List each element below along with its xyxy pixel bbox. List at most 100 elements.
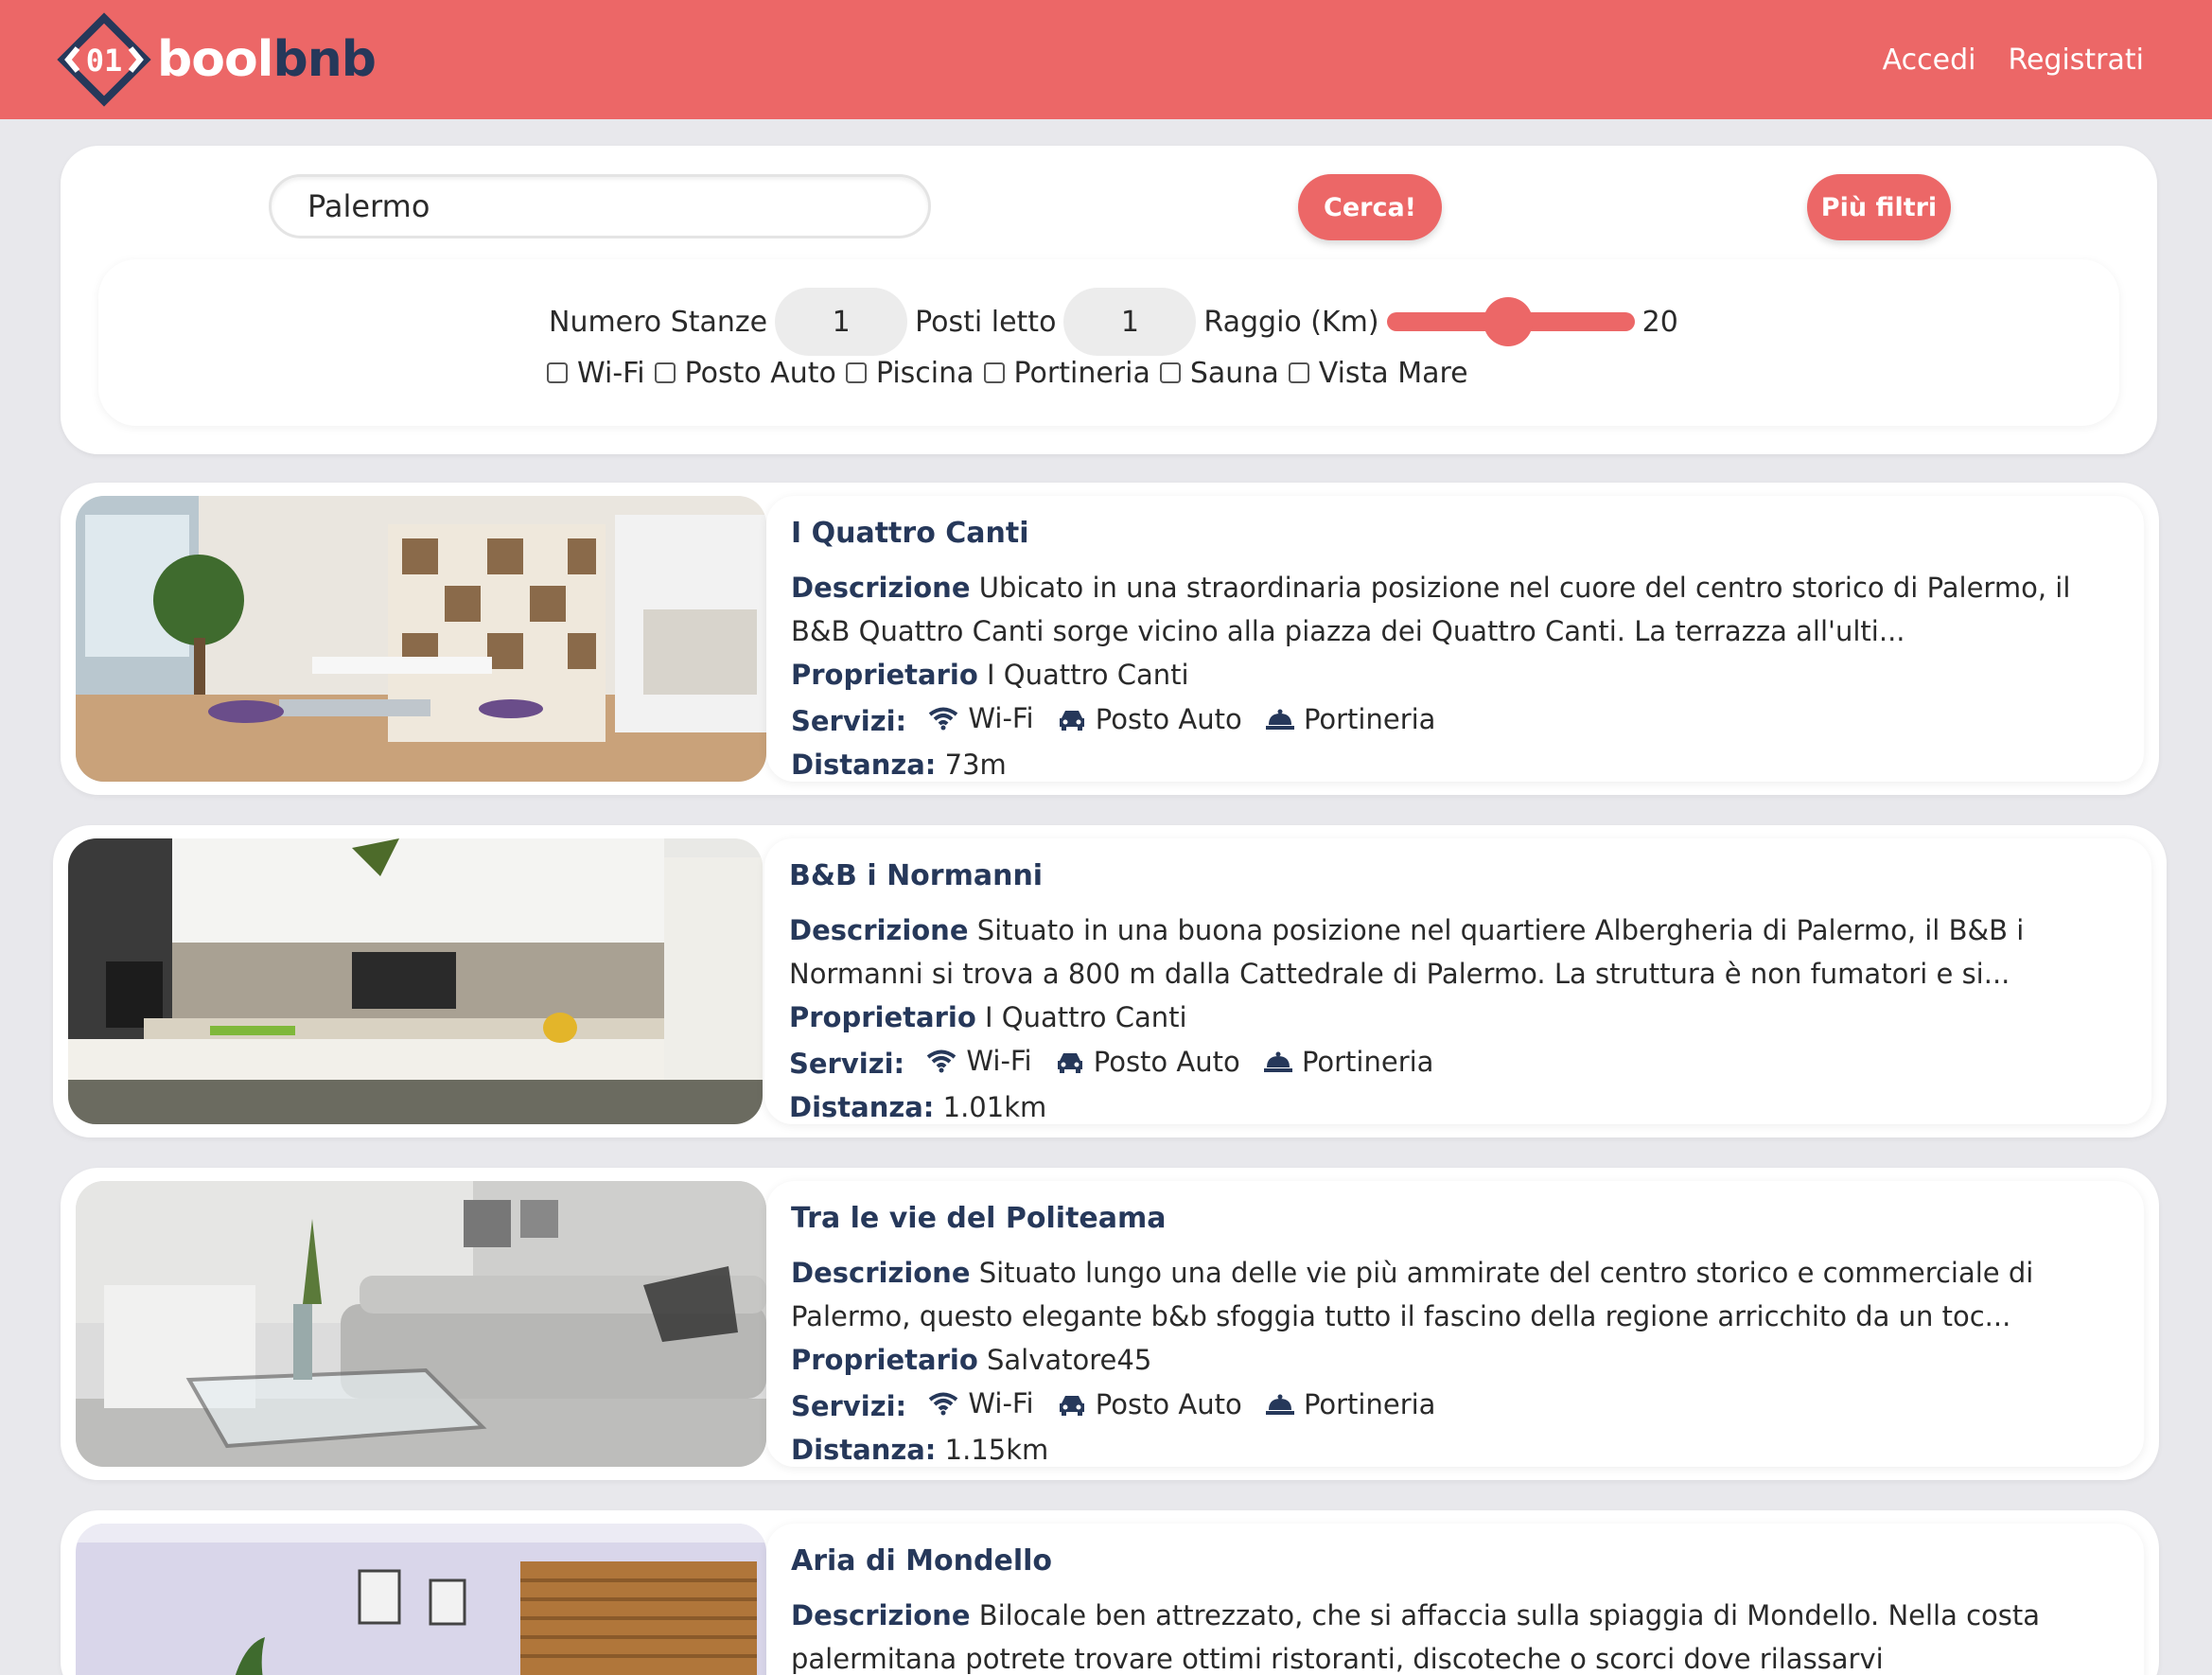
service-parking: Posto Auto [1058, 697, 1242, 741]
living-room-photo [76, 496, 766, 782]
rooms-label: Numero Stanze [549, 305, 768, 339]
checkbox[interactable] [1288, 362, 1309, 383]
listing-photo[interactable] [76, 496, 766, 782]
listing-description: Descrizione Situato lungo una delle vie … [791, 1251, 2123, 1338]
listing-distance: Distanza: 73m [791, 743, 2123, 786]
rooms-input[interactable]: 1 [775, 288, 908, 356]
service-label: Wi-Fi [968, 702, 1034, 734]
description-label: Descrizione [791, 572, 971, 604]
service-label: Wi-Fi [968, 1387, 1034, 1419]
service-label: Portineria [1303, 1388, 1436, 1420]
checkbox[interactable] [983, 362, 1005, 383]
listing-title[interactable]: B&B i Normanni [789, 855, 2131, 897]
description-text: Situato lungo una delle vie più ammirate… [791, 1257, 2034, 1332]
wifi-icon [929, 1392, 958, 1416]
service-wifi: Wi-Fi [928, 1382, 1034, 1425]
listing-description: Descrizione Situato in una buona posizio… [789, 908, 2131, 996]
service-concierge: Portineria [1263, 1040, 1434, 1084]
amenity-checkboxes: Wi-Fi Posto Auto Piscina Portineria Saun… [547, 354, 1478, 392]
listing-card[interactable]: Aria di Mondello Descrizione Bilocale be… [61, 1510, 2159, 1675]
listing-photo[interactable] [76, 1524, 766, 1675]
filters-row-numeric: Numero Stanze 1 Posti letto 1 Raggio (Km… [549, 288, 1678, 356]
owner-label: Proprietario [791, 659, 978, 691]
more-filters-button[interactable]: Più filtri [1807, 174, 1951, 240]
listing-description: Descrizione Ubicato in una straordinaria… [791, 566, 2123, 653]
service-parking: Posto Auto [1058, 1383, 1242, 1426]
logo-text: boolbnb [157, 31, 377, 88]
listing-owner: Proprietario Salvatore45 [791, 1338, 2123, 1382]
listing-card[interactable]: Tra le vie del Politeama Descrizione Sit… [61, 1168, 2159, 1480]
service-concierge: Portineria [1265, 697, 1436, 741]
listing-title[interactable]: I Quattro Canti [791, 513, 2123, 555]
nav-links: Accedi Registrati [1883, 44, 2144, 77]
listing-services: Servizi: Wi-Fi Posto Auto Portineria [789, 1039, 2131, 1085]
owner-label: Proprietario [789, 1001, 976, 1033]
checkbox[interactable] [1159, 362, 1181, 383]
owner-text: I Quattro Canti [984, 1001, 1187, 1033]
owner-text: I Quattro Canti [986, 659, 1189, 691]
svg-text:01: 01 [86, 43, 123, 79]
amenity-label: Posto Auto [684, 356, 836, 390]
listing-distance: Distanza: 1.01km [789, 1085, 2131, 1129]
amenity-label: Vista Mare [1318, 356, 1468, 390]
service-wifi: Wi-Fi [928, 696, 1034, 740]
amenity-concierge[interactable]: Portineria [983, 357, 1150, 390]
service-label: Portineria [1301, 1046, 1434, 1078]
services-label: Servizi: [791, 705, 907, 737]
listing-distance: Distanza: 1.15km [791, 1428, 2123, 1472]
amenity-sea-view[interactable]: Vista Mare [1288, 356, 1468, 390]
logo[interactable]: 01 boolbnb [57, 12, 377, 107]
services-label: Servizi: [791, 1390, 907, 1422]
search-input[interactable]: Palermo [269, 174, 931, 238]
listing-card[interactable]: I Quattro Canti Descrizione Ubicato in u… [61, 483, 2159, 795]
checkbox[interactable] [547, 362, 568, 383]
listing-title[interactable]: Aria di Mondello [791, 1541, 2123, 1582]
service-label: Portineria [1303, 703, 1436, 735]
service-wifi: Wi-Fi [926, 1039, 1032, 1083]
listing-services: Servizi: Wi-Fi Posto Auto Portineria [791, 1382, 2123, 1428]
description-text: Situato in una buona posizione nel quart… [789, 914, 2025, 990]
listing-photo[interactable] [76, 1181, 766, 1467]
checkbox[interactable] [845, 362, 867, 383]
listing-owner: Proprietario I Quattro Canti [789, 996, 2131, 1039]
bedroom-photo [76, 1524, 766, 1675]
amenity-sauna[interactable]: Sauna [1159, 357, 1279, 390]
listing-services: Servizi: Wi-Fi Posto Auto Portineria [791, 696, 2123, 743]
distance-value: 1.01km [942, 1091, 1047, 1123]
amenity-wifi[interactable]: Wi-Fi [547, 357, 645, 390]
car-icon [1057, 1053, 1082, 1073]
amenity-pool[interactable]: Piscina [845, 357, 974, 390]
wifi-icon [929, 707, 958, 731]
register-link[interactable]: Registrati [2008, 44, 2144, 77]
listing-info: I Quattro Canti Descrizione Ubicato in u… [766, 496, 2144, 782]
logo-text-bnb: bnb [272, 31, 377, 88]
distance-value: 1.15km [944, 1434, 1049, 1466]
service-label: Posto Auto [1095, 703, 1242, 735]
search-panel: Palermo Cerca! Più filtri Numero Stanze … [61, 146, 2157, 454]
owner-label: Proprietario [791, 1344, 978, 1376]
car-icon [1059, 711, 1084, 731]
listing-description: Descrizione Bilocale ben attrezzato, che… [791, 1594, 2123, 1675]
listing-photo[interactable] [68, 838, 763, 1124]
concierge-bell-icon [1263, 1051, 1292, 1072]
beds-input[interactable]: 1 [1063, 288, 1197, 356]
radius-label: Raggio (Km) [1203, 305, 1379, 339]
distance-value: 73m [944, 749, 1007, 781]
amenity-parking[interactable]: Posto Auto [654, 356, 836, 390]
search-button[interactable]: Cerca! [1298, 174, 1442, 240]
description-label: Descrizione [789, 914, 969, 946]
radius-slider[interactable] [1386, 297, 1635, 346]
service-concierge: Portineria [1265, 1383, 1436, 1426]
login-link[interactable]: Accedi [1883, 44, 1976, 77]
listing-info: B&B i Normanni Descrizione Situato in un… [764, 838, 2151, 1124]
distance-label: Distanza: [791, 749, 937, 781]
amenity-label: Wi-Fi [577, 356, 645, 390]
description-label: Descrizione [791, 1257, 971, 1289]
checkbox[interactable] [654, 362, 676, 383]
radius-slider-thumb[interactable] [1483, 297, 1533, 346]
kitchen-photo [68, 838, 763, 1124]
listing-title[interactable]: Tra le vie del Politeama [791, 1198, 2123, 1240]
listing-owner: Proprietario I Quattro Canti [791, 653, 2123, 696]
service-label: Posto Auto [1093, 1046, 1240, 1078]
listing-card[interactable]: B&B i Normanni Descrizione Situato in un… [53, 825, 2167, 1137]
